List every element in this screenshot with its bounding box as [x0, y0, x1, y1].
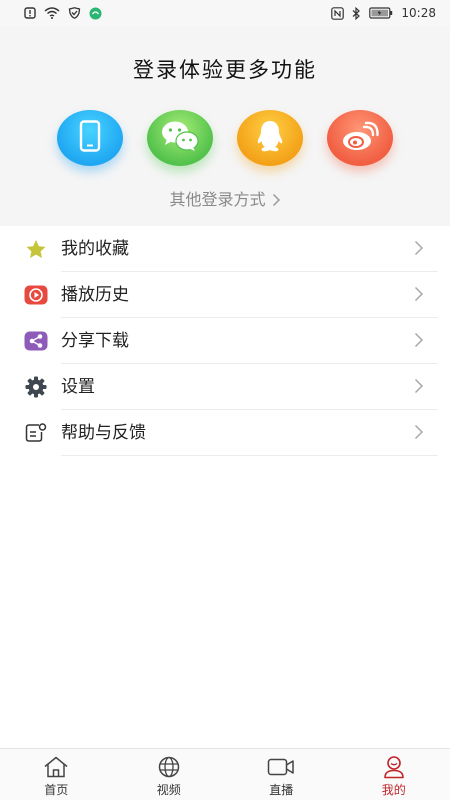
weibo-icon — [340, 120, 380, 156]
video-camera-icon — [267, 755, 295, 779]
feedback-icon — [24, 422, 48, 444]
status-bar: 10:28 — [0, 0, 450, 26]
login-title: 登录体验更多功能 — [133, 58, 317, 82]
status-time: 10:28 — [401, 6, 436, 20]
battery-icon — [369, 7, 393, 19]
tab-label: 首页 — [44, 783, 69, 797]
tab-home[interactable]: 首页 — [0, 749, 113, 800]
menu-list: 我的收藏 播放历史 分享下载 设置 帮助与反馈 — [0, 226, 450, 456]
share-icon — [24, 330, 48, 352]
chevron-right-icon — [414, 286, 424, 306]
status-left-icons — [24, 7, 102, 20]
star-icon — [24, 238, 48, 260]
menu-item-settings[interactable]: 设置 — [0, 364, 450, 410]
qq-icon — [255, 119, 285, 157]
bluetooth-icon — [352, 6, 361, 20]
user-icon — [380, 755, 408, 779]
qq-login-button[interactable] — [237, 110, 303, 166]
other-login-label: 其他登录方式 — [169, 190, 266, 209]
nfc-icon — [331, 6, 345, 20]
status-right-icons: 10:28 — [331, 6, 436, 20]
chevron-right-icon — [414, 424, 424, 444]
gear-icon — [24, 376, 48, 398]
wifi-icon — [44, 7, 60, 19]
wechat-icon — [160, 119, 200, 157]
menu-item-label: 分享下载 — [61, 331, 129, 351]
menu-item-label: 设置 — [61, 377, 95, 397]
login-panel: 登录体验更多功能 其他登录方式 — [0, 26, 450, 226]
menu-item-label: 我的收藏 — [61, 239, 129, 259]
chevron-right-icon — [272, 192, 281, 211]
divider — [61, 455, 438, 456]
tab-label: 我的 — [381, 783, 406, 797]
menu-item-help-feedback[interactable]: 帮助与反馈 — [0, 410, 450, 456]
chevron-right-icon — [414, 240, 424, 260]
globe-icon — [155, 755, 183, 779]
phone-icon — [79, 120, 101, 156]
home-icon — [42, 755, 70, 779]
chevron-right-icon — [414, 332, 424, 352]
weibo-login-button[interactable] — [327, 110, 393, 166]
tab-video[interactable]: 视频 — [113, 749, 226, 800]
bottom-tab-bar: 首页 视频 直播 我的 — [0, 748, 450, 800]
shield-icon — [68, 7, 81, 19]
menu-item-play-history[interactable]: 播放历史 — [0, 272, 450, 318]
tab-live[interactable]: 直播 — [225, 749, 338, 800]
app-notification-icon — [89, 7, 102, 20]
tab-mine[interactable]: 我的 — [338, 749, 450, 800]
chevron-right-icon — [414, 378, 424, 398]
other-login-methods-link[interactable]: 其他登录方式 — [0, 186, 450, 211]
play-history-icon — [24, 284, 48, 306]
menu-item-share-download[interactable]: 分享下载 — [0, 318, 450, 364]
notification-icon — [24, 7, 36, 19]
menu-item-favorites[interactable]: 我的收藏 — [0, 226, 450, 272]
tab-label: 视频 — [156, 783, 181, 797]
menu-item-label: 播放历史 — [61, 285, 129, 305]
phone-login-button[interactable] — [57, 110, 123, 166]
menu-item-label: 帮助与反馈 — [61, 423, 146, 443]
wechat-login-button[interactable] — [147, 110, 213, 166]
tab-label: 直播 — [269, 783, 294, 797]
